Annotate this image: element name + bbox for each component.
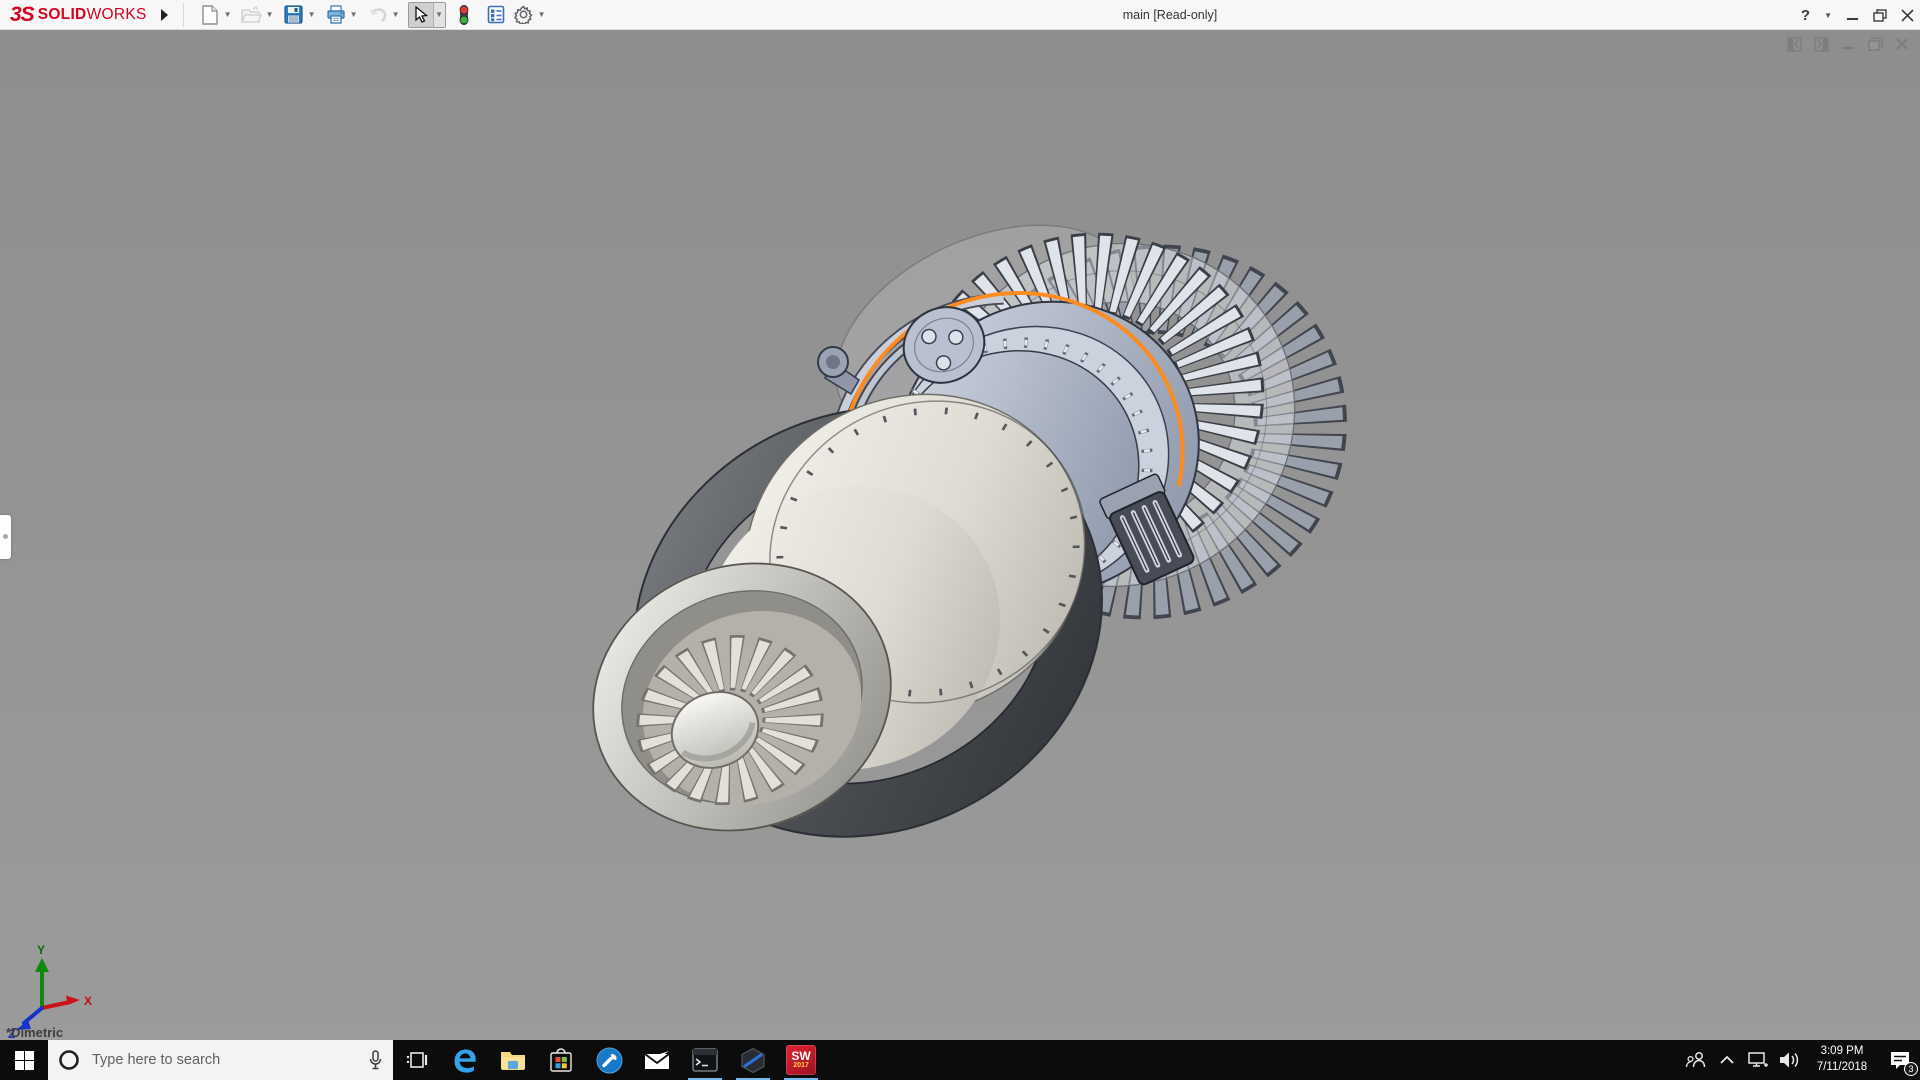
speaker-icon: [1778, 1051, 1800, 1069]
people-icon: [1685, 1051, 1707, 1069]
window-title: main [Read-only]: [1060, 0, 1280, 30]
network-icon: [1747, 1051, 1769, 1069]
properties-list-icon: [487, 5, 505, 24]
title-bar: 3S SOLIDWORKS ▼ ▼ ▼: [0, 0, 1920, 30]
undo-dropdown[interactable]: ▼: [390, 3, 402, 27]
sw-badge-year: 2017: [793, 1062, 809, 1070]
store-button[interactable]: [537, 1040, 585, 1080]
open-icon: [241, 6, 262, 24]
wrench-app-button[interactable]: [585, 1040, 633, 1080]
start-button[interactable]: [0, 1040, 48, 1080]
clock-time: 3:09 PM: [1804, 1044, 1880, 1060]
action-center-button[interactable]: 3: [1880, 1040, 1920, 1080]
restore-button[interactable]: [1873, 9, 1887, 22]
child-close-icon[interactable]: [1894, 36, 1910, 52]
brand-text-solid: SOLID: [38, 6, 87, 23]
people-button[interactable]: [1680, 1040, 1711, 1080]
select-arrow-icon: [414, 6, 428, 23]
engine-model[interactable]: [0, 30, 1920, 1040]
help-dropdown[interactable]: ▼: [1824, 11, 1832, 20]
traffic-light-button[interactable]: [452, 3, 476, 27]
store-icon: [549, 1047, 573, 1073]
options-gear-icon: [514, 5, 533, 24]
tray-overflow-button[interactable]: [1711, 1040, 1742, 1080]
network-button[interactable]: [1742, 1040, 1773, 1080]
solidworks-2017-icon: SW 2017: [786, 1045, 816, 1075]
undo-button[interactable]: [366, 3, 390, 27]
hexagon-app-icon: [740, 1047, 766, 1074]
options-dropdown[interactable]: ▼: [536, 3, 548, 27]
new-document-dropdown[interactable]: ▼: [222, 3, 234, 27]
mail-button[interactable]: [633, 1040, 681, 1080]
solidworks-2017-button[interactable]: SW 2017: [777, 1040, 825, 1080]
save-dropdown[interactable]: ▼: [306, 3, 318, 27]
notification-badge: 3: [1904, 1062, 1918, 1076]
print-icon: [326, 5, 346, 24]
chevron-up-icon: [1719, 1055, 1735, 1065]
sw-badge-label: SW: [791, 1051, 810, 1062]
menu-flyout-arrow[interactable]: [155, 4, 175, 26]
ds-logo-icon: 3S: [10, 3, 34, 27]
wrench-app-icon: [596, 1047, 623, 1074]
windows-taskbar: SW 2017 3:09 PM 7/11/2018: [0, 1040, 1920, 1080]
axis-y-label: Y: [37, 943, 45, 957]
cortana-icon: [58, 1049, 80, 1071]
windows-logo-icon: [15, 1051, 34, 1070]
save-icon: [284, 5, 303, 24]
close-button[interactable]: [1901, 9, 1914, 22]
traffic-light-icon: [458, 4, 470, 26]
axis-x-label: X: [84, 994, 92, 1008]
toolbar-separator: [183, 3, 184, 27]
microphone-icon[interactable]: [368, 1050, 383, 1070]
solidworks-window: 3S SOLIDWORKS ▼ ▼ ▼: [0, 0, 1920, 1080]
taskbar-empty-space: [825, 1040, 1680, 1080]
task-view-button[interactable]: [393, 1040, 441, 1080]
properties-button[interactable]: [484, 3, 508, 27]
hexagon-app-button[interactable]: [729, 1040, 777, 1080]
open-dropdown[interactable]: ▼: [264, 3, 276, 27]
file-explorer-button[interactable]: [489, 1040, 537, 1080]
save-button[interactable]: [282, 3, 306, 27]
undo-icon: [368, 6, 388, 23]
file-explorer-icon: [500, 1049, 526, 1071]
open-button[interactable]: [240, 3, 264, 27]
task-view-icon: [406, 1050, 428, 1070]
child-minimize-icon[interactable]: [1840, 36, 1856, 52]
new-document-icon: [201, 5, 219, 25]
child-restore-icon[interactable]: [1867, 36, 1883, 52]
command-prompt-icon: [692, 1048, 718, 1072]
solidworks-logo: 3S SOLIDWORKS: [0, 0, 153, 29]
print-button[interactable]: [324, 3, 348, 27]
select-tool-dropdown[interactable]: ▼: [433, 3, 445, 27]
child-window-controls: [1786, 36, 1910, 52]
brand-text-works: WORKS: [87, 6, 147, 23]
collapse-left-pane-icon[interactable]: [1786, 36, 1802, 52]
print-dropdown[interactable]: ▼: [348, 3, 360, 27]
search-input[interactable]: [90, 1051, 358, 1069]
graphics-viewport[interactable]: Y X Z *Dimetric: [0, 30, 1920, 1040]
select-tool-button[interactable]: [409, 3, 433, 27]
new-document-button[interactable]: [198, 3, 222, 27]
orientation-label: *Dimetric: [6, 1025, 63, 1040]
command-prompt-button[interactable]: [681, 1040, 729, 1080]
mail-icon: [644, 1050, 670, 1070]
system-tray: 3:09 PM 7/11/2018 3: [1680, 1040, 1920, 1080]
edge-icon: [452, 1047, 479, 1074]
taskbar-search[interactable]: [48, 1040, 393, 1080]
clock-date: 7/11/2018: [1804, 1060, 1880, 1076]
help-button[interactable]: ?: [1801, 7, 1810, 24]
collapse-right-pane-icon[interactable]: [1813, 36, 1829, 52]
taskbar-clock[interactable]: 3:09 PM 7/11/2018: [1804, 1044, 1880, 1075]
options-button[interactable]: [512, 3, 536, 27]
volume-button[interactable]: [1773, 1040, 1804, 1080]
select-tool-group: ▼: [408, 2, 446, 28]
orientation-triad: Y X Z: [0, 30, 120, 1040]
edge-button[interactable]: [441, 1040, 489, 1080]
minimize-button[interactable]: [1846, 9, 1859, 22]
